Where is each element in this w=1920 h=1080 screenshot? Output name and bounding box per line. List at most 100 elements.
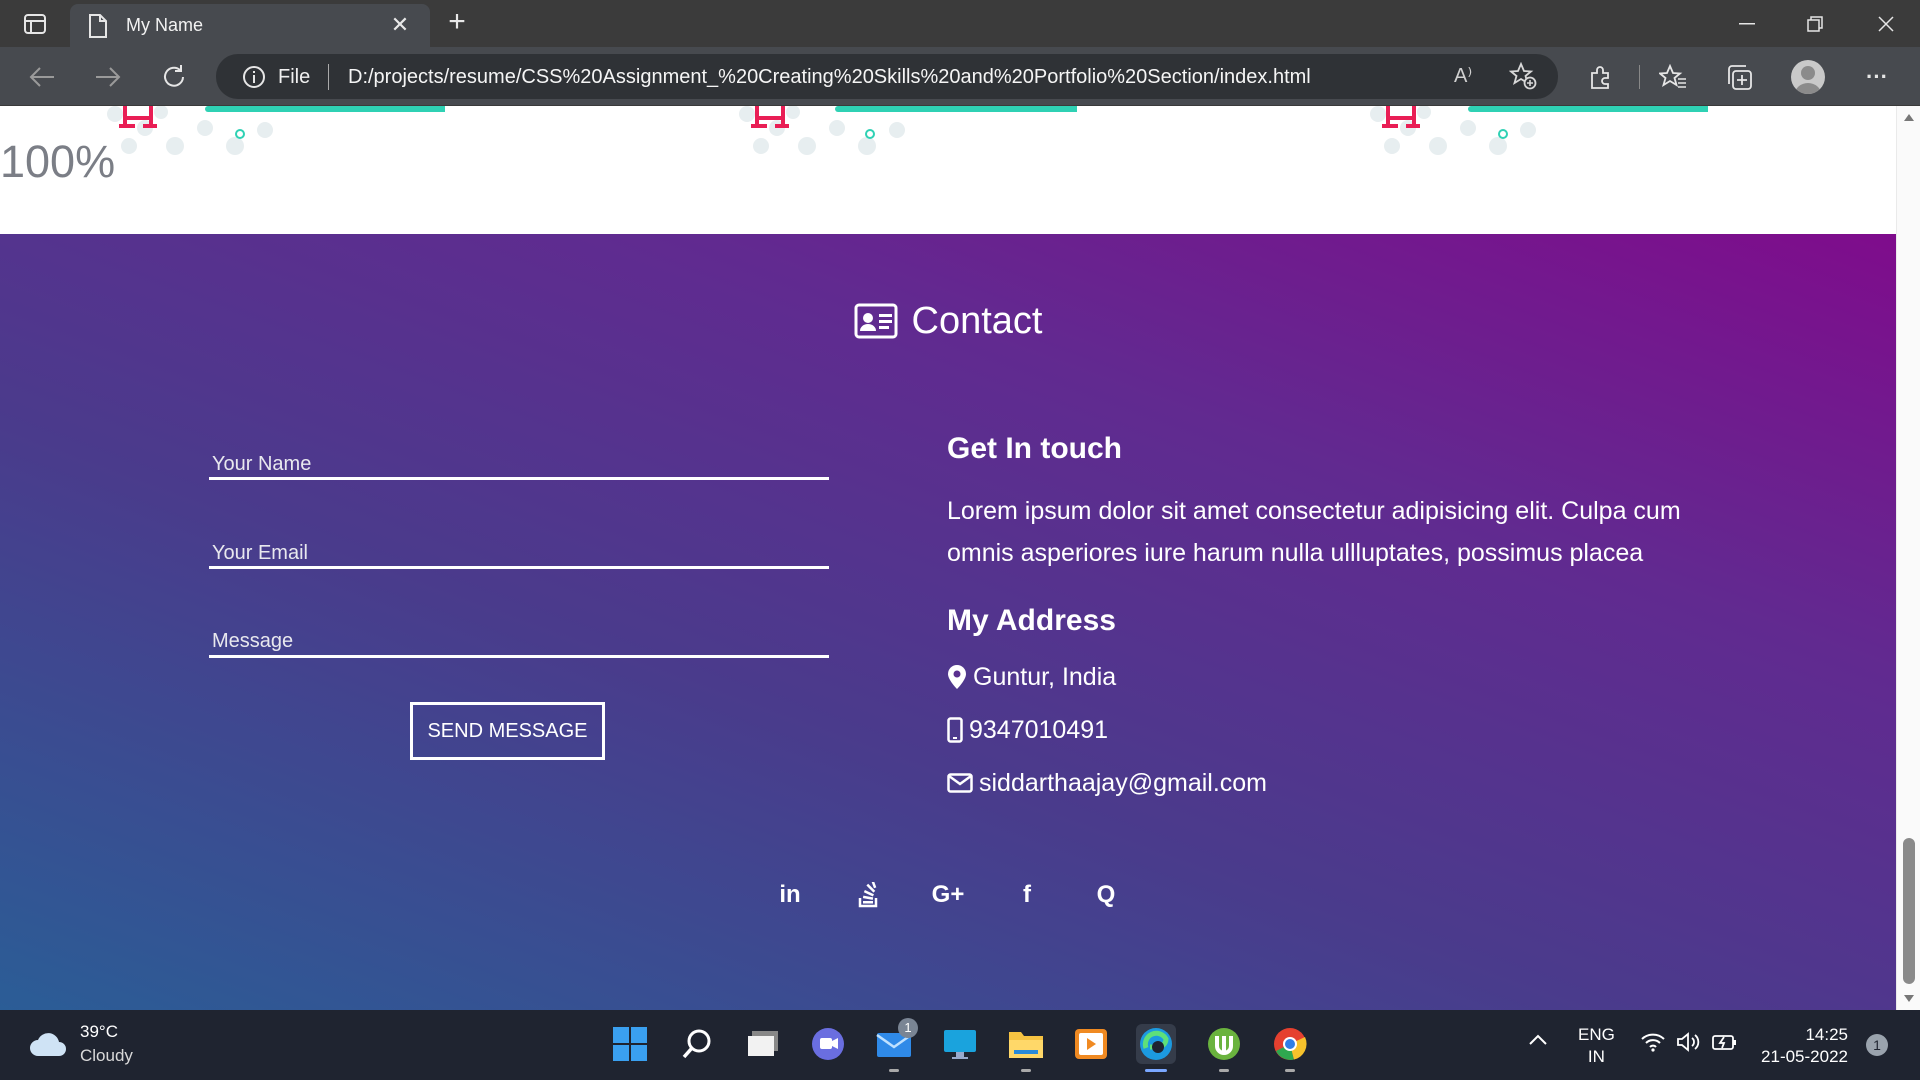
page-icon [88, 14, 110, 38]
read-aloud-icon[interactable]: A⁾ [1454, 63, 1472, 88]
notification-count[interactable]: 1 [1866, 1034, 1888, 1056]
active-indicator [1145, 1069, 1167, 1072]
volume-icon[interactable] [1676, 1032, 1702, 1058]
phone-line: 9347010491 [947, 715, 1707, 745]
mail-icon[interactable]: 1 [874, 1018, 918, 1072]
portfolio-thumbnail[interactable] [105, 106, 445, 162]
close-window-icon[interactable] [1852, 0, 1920, 47]
clock[interactable]: 14:25 21-05-2022 [1758, 1024, 1848, 1068]
contact-info: Get In touch Lorem ipsum dolor sit amet … [947, 432, 1707, 798]
contact-card-icon [854, 303, 898, 349]
clock-time: 14:25 [1805, 1025, 1848, 1044]
page-scrollbar[interactable] [1896, 106, 1920, 1010]
social-links: in G+ f Q [0, 879, 1896, 911]
browser-toolbar: File D:/projects/resume/CSS%20Assignment… [0, 47, 1920, 106]
scroll-up-arrow-icon[interactable] [1904, 114, 1914, 121]
map-marker-icon [948, 665, 966, 689]
quora-icon[interactable]: Q [1090, 879, 1122, 911]
more-options-icon[interactable]: ··· [1860, 60, 1894, 94]
location-text: Guntur, India [973, 662, 1117, 691]
restore-icon[interactable] [1781, 0, 1849, 47]
name-input[interactable] [209, 440, 829, 477]
forward-icon[interactable] [91, 60, 125, 94]
desktop-app-icon[interactable] [940, 1024, 980, 1064]
address-separator [328, 64, 329, 90]
language-indicator[interactable]: ENG IN [1578, 1024, 1615, 1068]
address-list: Guntur, India 9347010491 siddarthaajay@g… [947, 662, 1707, 798]
portfolio-thumbnail[interactable] [1368, 106, 1708, 162]
favorites-icon[interactable] [1656, 60, 1690, 94]
region-code: IN [1587, 1047, 1605, 1066]
toolbar-divider [1638, 60, 1640, 94]
show-hidden-icons-icon[interactable] [1528, 1030, 1548, 1052]
email-text[interactable]: siddarthaajay@gmail.com [979, 769, 1267, 798]
address-bar[interactable]: File D:/projects/resume/CSS%20Assignment… [216, 54, 1558, 99]
contact-description: Lorem ipsum dolor sit amet consectetur a… [947, 497, 1681, 567]
running-indicator [889, 1069, 899, 1072]
scrollbar-thumb[interactable] [1903, 838, 1915, 984]
task-view-icon[interactable] [743, 1024, 783, 1064]
back-icon[interactable] [25, 60, 59, 94]
stack-overflow-icon[interactable] [853, 879, 885, 911]
envelope-icon [947, 773, 973, 793]
url-text[interactable]: D:/projects/resume/CSS%20Assignment_%20C… [348, 66, 1311, 89]
minimize-icon[interactable] [1713, 0, 1781, 47]
add-favorite-icon[interactable] [1508, 61, 1537, 95]
file-label: File [278, 66, 311, 88]
portfolio-section: 100% [0, 106, 1896, 234]
language-code: ENG [1578, 1025, 1615, 1044]
weather-temperature: 39°C [80, 1022, 118, 1041]
utorrent-icon[interactable] [1204, 1024, 1244, 1072]
facebook-icon[interactable]: f [1011, 879, 1043, 911]
search-icon[interactable] [677, 1024, 717, 1064]
refresh-icon[interactable] [157, 60, 191, 94]
message-field-wrapper [209, 618, 829, 658]
close-tab-icon[interactable]: ✕ [388, 13, 412, 37]
start-icon[interactable] [610, 1024, 650, 1064]
web-page: 100% Contact Your Name Your Email Messag… [0, 106, 1896, 1010]
get-in-touch-heading: Get In touch [947, 432, 1122, 465]
chrome-icon[interactable] [1270, 1024, 1310, 1072]
google-plus-icon[interactable]: G+ [932, 879, 965, 911]
portfolio-thumbnail[interactable] [737, 106, 1077, 162]
email-line: siddarthaajay@gmail.com [947, 768, 1707, 798]
teams-chat-icon[interactable] [808, 1024, 848, 1064]
clock-date: 21-05-2022 [1761, 1047, 1848, 1066]
battery-icon[interactable] [1712, 1032, 1738, 1058]
cloud-icon [30, 1033, 66, 1056]
mail-badge: 1 [898, 1018, 918, 1038]
phone-text: 9347010491 [969, 715, 1109, 744]
linkedin-icon[interactable]: in [774, 879, 806, 911]
send-message-button[interactable]: SEND MESSAGE [410, 702, 605, 760]
extensions-icon[interactable] [1583, 60, 1617, 94]
collections-icon[interactable] [1722, 60, 1756, 94]
profile-avatar[interactable] [1791, 60, 1825, 94]
tab-actions-icon[interactable] [20, 10, 50, 38]
location-line: Guntur, India [947, 662, 1707, 692]
address-heading: My Address [947, 604, 1116, 637]
percent-label: 100% [0, 136, 116, 187]
email-field-wrapper [209, 529, 829, 569]
running-indicator [1219, 1069, 1229, 1072]
email-input[interactable] [209, 529, 829, 566]
running-indicator [1285, 1069, 1295, 1072]
new-tab-icon[interactable]: + [442, 7, 472, 38]
contact-heading: Contact [0, 300, 1896, 349]
name-field-wrapper [209, 440, 829, 480]
wifi-icon[interactable] [1640, 1032, 1666, 1058]
weather-condition: Cloudy [80, 1046, 133, 1065]
file-explorer-icon[interactable] [1006, 1024, 1046, 1072]
tab-title: My Name [126, 15, 204, 35]
taskbar: 39°C Cloudy 1 ENG IN 14:25 21-05-2022 1 [0, 1010, 1920, 1080]
browser-tab[interactable]: My Name ✕ [70, 4, 430, 47]
edge-browser-icon[interactable] [1136, 1024, 1176, 1072]
media-player-icon[interactable] [1071, 1024, 1111, 1064]
contact-section: Contact SEND MESSAGE Get In touch Lorem … [0, 234, 1896, 1010]
scroll-down-arrow-icon[interactable] [1904, 995, 1914, 1002]
contact-title-text: Contact [911, 300, 1043, 342]
site-info-icon[interactable] [242, 65, 266, 89]
message-textarea[interactable] [209, 618, 829, 655]
mobile-phone-icon [947, 717, 963, 743]
browser-titlebar: My Name ✕ + [0, 0, 1920, 47]
weather-widget[interactable]: 39°C Cloudy [28, 1022, 133, 1066]
